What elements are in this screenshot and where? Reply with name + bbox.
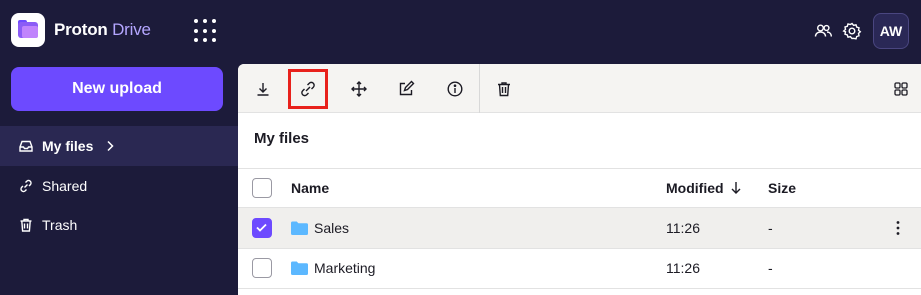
toolbar bbox=[238, 64, 921, 113]
page-title: My files bbox=[254, 130, 310, 147]
share-link-button[interactable] bbox=[288, 69, 328, 109]
user-avatar[interactable]: AW bbox=[873, 13, 909, 49]
top-bar: Proton Drive AW bbox=[0, 0, 921, 62]
info-icon bbox=[447, 81, 463, 97]
trash-button[interactable] bbox=[484, 69, 524, 109]
sidebar: New upload My files Shared Trash bbox=[0, 62, 238, 295]
column-header-modified[interactable]: Modified bbox=[666, 180, 742, 196]
download-icon bbox=[257, 83, 269, 96]
table-row[interactable]: Marketing 11:26 - bbox=[238, 248, 921, 288]
checkmark-icon bbox=[256, 223, 267, 232]
sidebar-item-label: Shared bbox=[42, 178, 88, 194]
sidebar-item-my-files[interactable]: My files bbox=[0, 126, 238, 166]
file-modified: 11:26 bbox=[666, 260, 700, 276]
trash-icon bbox=[498, 82, 510, 97]
select-all-checkbox[interactable] bbox=[252, 178, 272, 198]
drive-logo-icon bbox=[11, 13, 45, 47]
file-size: - bbox=[768, 220, 773, 236]
row-checkbox[interactable] bbox=[252, 218, 272, 238]
inbox-icon bbox=[19, 140, 33, 152]
main-panel: My files Name Modified Size Sales 11:26 … bbox=[238, 64, 921, 295]
download-button[interactable] bbox=[243, 69, 283, 109]
new-upload-button[interactable]: New upload bbox=[11, 67, 223, 111]
divider bbox=[238, 288, 921, 289]
sidebar-item-trash[interactable]: Trash bbox=[0, 205, 238, 245]
folder-icon bbox=[291, 261, 308, 275]
more-options-icon[interactable] bbox=[893, 219, 903, 237]
file-name[interactable]: Marketing bbox=[314, 260, 375, 276]
link-icon bbox=[301, 81, 315, 97]
gear-icon[interactable] bbox=[841, 20, 863, 42]
file-modified: 11:26 bbox=[666, 220, 700, 236]
file-name[interactable]: Sales bbox=[314, 220, 349, 236]
rename-button[interactable] bbox=[386, 69, 426, 109]
column-header-size[interactable]: Size bbox=[768, 180, 796, 196]
sidebar-item-label: Trash bbox=[42, 217, 78, 233]
move-button[interactable] bbox=[339, 69, 379, 109]
grid-view-icon bbox=[894, 82, 908, 96]
arrow-down-icon bbox=[731, 182, 741, 194]
sidebar-item-label: My files bbox=[42, 138, 94, 154]
chevron-right-icon[interactable] bbox=[105, 140, 115, 152]
proton-drive-logo[interactable]: Proton Drive bbox=[11, 13, 151, 47]
file-size: - bbox=[768, 260, 773, 276]
move-icon bbox=[351, 81, 367, 97]
brand-name: Proton Drive bbox=[54, 20, 151, 39]
apps-grid-icon[interactable] bbox=[192, 17, 220, 45]
rename-icon bbox=[399, 80, 415, 96]
layout-toggle-button[interactable] bbox=[881, 69, 921, 109]
trash-icon bbox=[20, 218, 32, 232]
table-header: Name Modified Size bbox=[238, 168, 921, 208]
table-row[interactable]: Sales 11:26 - bbox=[238, 208, 921, 248]
row-checkbox[interactable] bbox=[252, 258, 272, 278]
sidebar-item-shared[interactable]: Shared bbox=[0, 166, 238, 206]
column-header-name[interactable]: Name bbox=[291, 180, 329, 196]
toolbar-divider bbox=[479, 64, 480, 113]
link-icon bbox=[20, 179, 32, 193]
contacts-icon[interactable] bbox=[812, 20, 834, 42]
details-button[interactable] bbox=[435, 69, 475, 109]
folder-icon bbox=[291, 221, 308, 235]
